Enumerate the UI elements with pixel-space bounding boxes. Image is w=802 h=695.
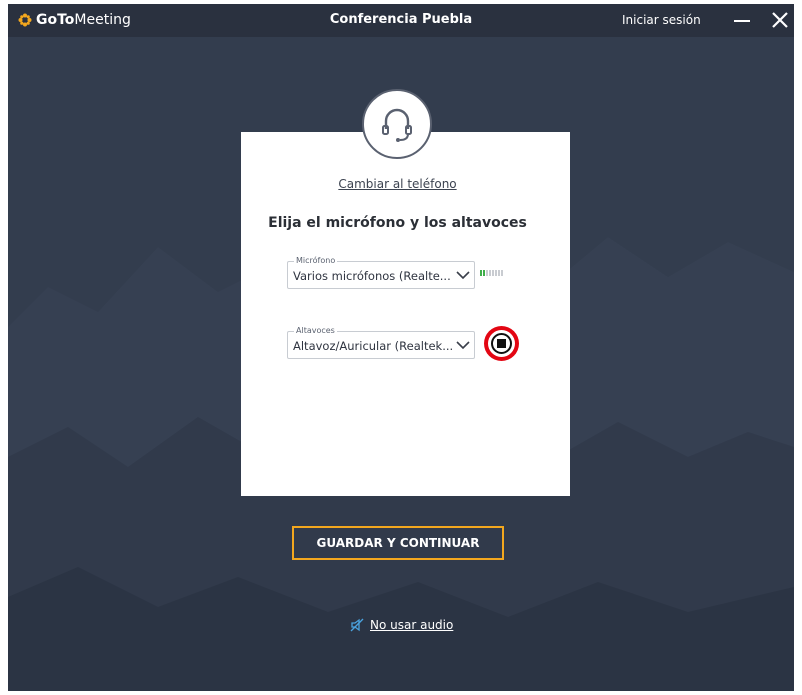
minimize-icon[interactable] xyxy=(734,20,750,22)
speakers-value: Altavoz/Auricular (Realtek... xyxy=(293,339,454,353)
close-icon[interactable] xyxy=(770,10,790,30)
chevron-down-icon xyxy=(456,271,470,280)
speakers-label: Altavoces xyxy=(294,325,337,337)
save-and-continue-button[interactable]: GUARDAR Y CONTINUAR xyxy=(292,526,504,560)
speakers-select[interactable]: Altavoces Altavoz/Auricular (Realtek... xyxy=(287,325,475,359)
headset-avatar xyxy=(362,89,432,159)
no-audio-link[interactable]: No usar audio xyxy=(350,618,453,632)
audio-setup-heading: Elija el micrófono y los altavoces xyxy=(268,215,527,231)
muted-speaker-icon xyxy=(350,618,364,632)
switch-to-phone-link[interactable]: Cambiar al teléfono xyxy=(233,177,562,191)
test-speakers-stop-button[interactable] xyxy=(484,326,519,361)
microphone-value: Varios micrófonos (Realte... xyxy=(293,269,451,283)
title-bar: GoToMeeting Conferencia Puebla Iniciar s… xyxy=(8,4,794,37)
no-audio-label: No usar audio xyxy=(370,618,454,632)
headset-icon xyxy=(382,108,412,142)
sign-in-link[interactable]: Iniciar sesión xyxy=(622,13,701,27)
microphone-label: Micrófono xyxy=(294,255,338,267)
chevron-down-icon xyxy=(456,341,470,350)
microphone-level-meter xyxy=(480,270,503,276)
stop-icon xyxy=(497,339,506,348)
microphone-select[interactable]: Micrófono Varios micrófonos (Realte... xyxy=(287,255,475,289)
